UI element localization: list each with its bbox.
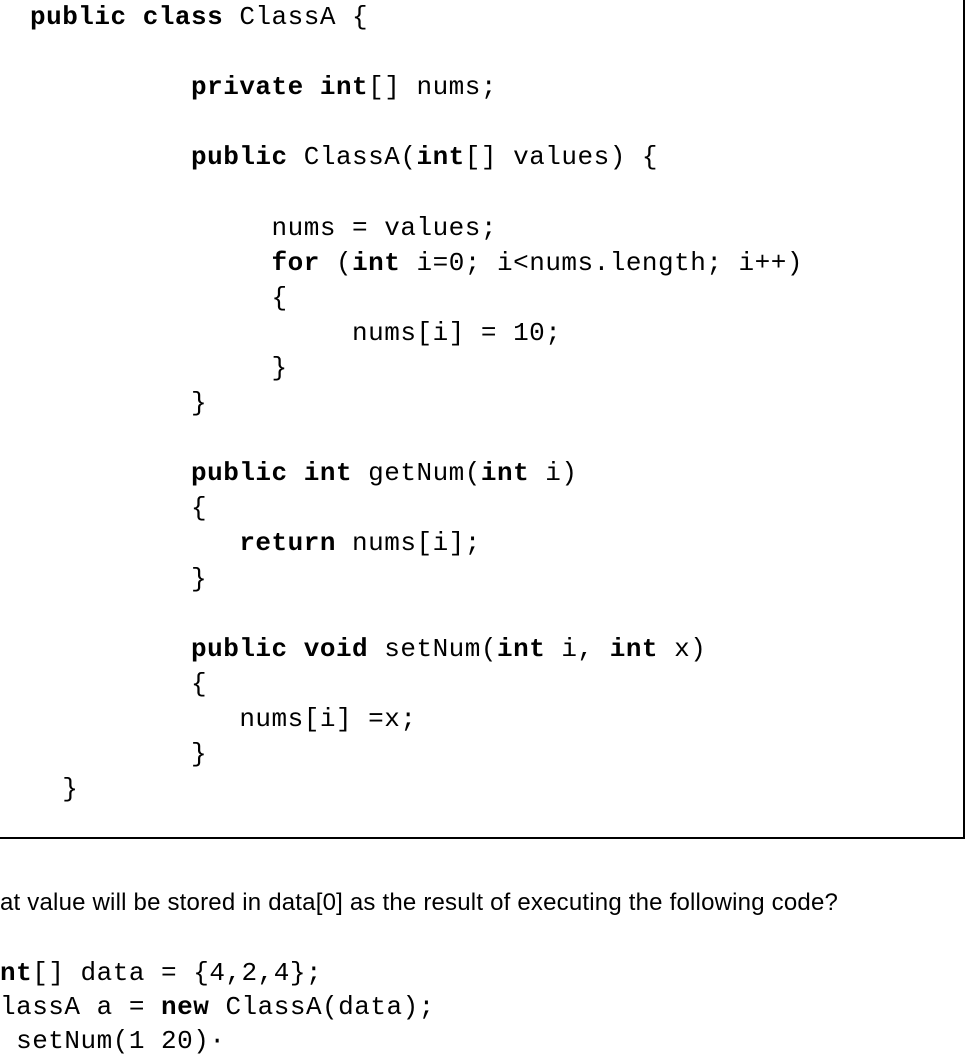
code-line: } [30,388,207,418]
code-snippet: nt[] data = {4,2,4}; lassA a = new Class… [0,957,965,1058]
code-line: i=0; i<nums.length; i++) [400,248,803,278]
code-line: ClassA { [223,2,368,32]
code-line: [] values) { [465,142,658,172]
code-line: int [352,248,400,278]
code-line: public void [30,634,368,664]
code-line: int [416,142,464,172]
code-line: { [30,493,207,523]
code-line: nums = values; [30,213,497,243]
code-line: } [30,353,288,383]
code-line: nums[i] =x; [30,704,416,734]
code-line: i) [529,458,577,488]
code-line: [] nums; [368,72,497,102]
code-line: public [30,142,288,172]
code-line: getNum( [352,458,481,488]
code-line: int [481,458,529,488]
code-line: { [30,669,207,699]
code-line: ClassA( [288,142,417,172]
code-line: } [30,739,207,769]
code-line: } [30,774,78,804]
code-line: int [497,634,545,664]
code-line: x) [658,634,706,664]
code-box: public class ClassA { private int[] nums… [0,0,965,839]
code-line: private int [30,72,368,102]
snippet-line: nt [0,958,32,988]
code-line: } [30,564,207,594]
snippet-line: ClassA(data); [209,992,434,1022]
code-line: nums[i]; [336,528,481,558]
snippet-line: new [161,992,209,1022]
code-line: i, [545,634,609,664]
code-line: public int [30,458,352,488]
code-line: for [30,248,320,278]
code-line: setNum( [368,634,497,664]
code-line: nums[i] = 10; [30,318,561,348]
code-line: int [610,634,658,664]
code-line: ( [320,248,352,278]
question-text: at value will be stored in data[0] as th… [0,889,965,917]
code-line: return [30,528,336,558]
snippet-line: [] data = {4,2,4}; [32,958,322,988]
code-line: { [30,283,288,313]
code-listing: public class ClassA { private int[] nums… [0,0,963,817]
snippet-line: setNum(1 20)· [0,1026,225,1056]
snippet-line: lassA a = [0,992,161,1022]
code-line: public class [30,2,223,32]
